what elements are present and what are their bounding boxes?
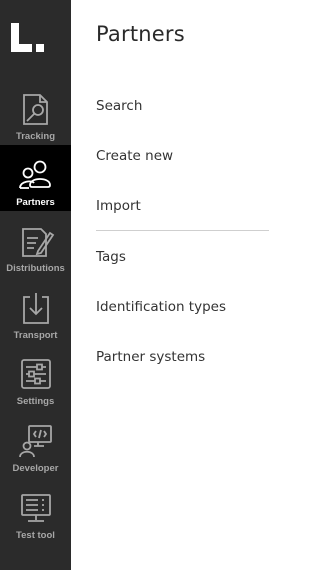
sidebar-item-label: Tracking xyxy=(15,131,56,142)
sidebar-item-distributions[interactable]: Distributions xyxy=(0,211,71,277)
sidebar-item-label: Developer xyxy=(12,463,59,474)
sidebar-item-tracking[interactable]: Tracking xyxy=(0,79,71,145)
menu-divider xyxy=(96,230,269,231)
main-panel: Partners Search Create new Import Tags I… xyxy=(71,0,269,570)
sidebar-item-test-tool[interactable]: Test tool xyxy=(0,478,71,544)
tracking-icon xyxy=(22,94,48,125)
sidebar: Tracking Partners Distributions Transpor… xyxy=(0,0,71,570)
sidebar-item-label: Distributions xyxy=(6,263,65,274)
menu-item-import[interactable]: Import xyxy=(96,198,141,214)
menu-item-partner-systems[interactable]: Partner systems xyxy=(96,349,205,365)
sidebar-item-transport[interactable]: Transport xyxy=(0,278,71,344)
sidebar-item-developer[interactable]: Developer xyxy=(0,411,71,477)
distributions-icon xyxy=(21,228,54,257)
app-logo[interactable] xyxy=(0,0,71,75)
sidebar-item-label: Transport xyxy=(13,330,58,341)
sidebar-item-label: Settings xyxy=(16,396,55,407)
logo-icon xyxy=(11,23,44,52)
sidebar-item-label: Partners xyxy=(16,197,55,208)
menu-item-tags[interactable]: Tags xyxy=(96,249,126,265)
page-title: Partners xyxy=(96,22,185,46)
settings-icon xyxy=(20,359,51,389)
sidebar-item-label: Test tool xyxy=(16,530,55,541)
menu-item-identification-types[interactable]: Identification types xyxy=(96,299,226,315)
menu-item-search[interactable]: Search xyxy=(96,98,142,114)
developer-icon xyxy=(18,425,52,458)
sidebar-item-partners[interactable]: Partners xyxy=(0,145,71,211)
transport-icon xyxy=(22,293,49,324)
sidebar-item-settings[interactable]: Settings xyxy=(0,344,71,410)
menu-item-create-new[interactable]: Create new xyxy=(96,148,173,164)
partners-icon xyxy=(18,160,51,189)
test-tool-icon xyxy=(20,494,51,522)
